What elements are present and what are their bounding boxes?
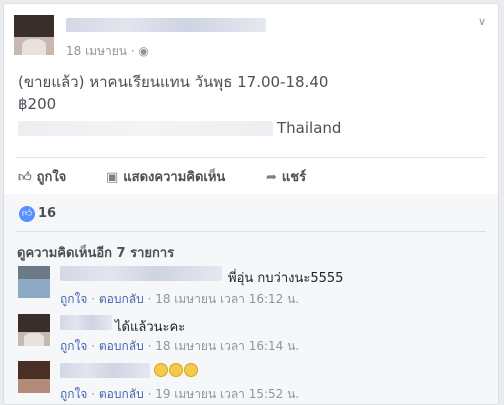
comment-like-link[interactable]: ถูกใจ	[60, 387, 87, 401]
commenter-name-redacted[interactable]	[60, 363, 150, 378]
comment-reply-link[interactable]: ตอบกลับ	[99, 387, 144, 401]
grinning-face-icon	[169, 363, 183, 377]
commenter-avatar[interactable]	[18, 314, 50, 346]
comment-emoji	[154, 363, 199, 379]
divider	[16, 157, 486, 158]
share-button[interactable]: ➦ แชร์	[266, 166, 306, 187]
comment-time[interactable]: · 18 เมษายน เวลา 16:14 น.	[148, 339, 300, 353]
chevron-down-icon[interactable]: ∨	[478, 15, 486, 28]
comment-like-link[interactable]: ถูกใจ	[60, 292, 87, 306]
commenter-name-redacted[interactable]	[60, 266, 222, 281]
comment-reply-link[interactable]: ตอบกลับ	[99, 292, 144, 306]
comment-time[interactable]: · 19 เมษายน เวลา 15:52 น.	[148, 387, 300, 401]
comment-meta: ถูกใจ · ตอบกลับ · 18 เมษายน เวลา 16:14 น…	[60, 339, 300, 353]
comment-text: พี่อุ่น กบว่างนะ5555	[228, 271, 344, 286]
comment-like-link[interactable]: ถูกใจ	[60, 339, 87, 353]
comment-text: ได้แล้วนะคะ	[115, 320, 186, 335]
commenter-avatar[interactable]	[18, 266, 50, 298]
comment-meta: ถูกใจ · ตอบกลับ · 18 เมษายน เวลา 16:12 น…	[60, 292, 300, 306]
commenter-name-redacted[interactable]	[60, 315, 112, 330]
divider	[16, 231, 486, 232]
grinning-face-icon	[184, 363, 198, 377]
location-redacted	[18, 121, 273, 136]
author-avatar[interactable]	[14, 15, 54, 55]
comment-time[interactable]: · 18 เมษายน เวลา 16:12 น.	[148, 292, 300, 306]
like-button[interactable]: 👍︎ ถูกใจ	[18, 166, 66, 187]
comment-meta: ถูกใจ · ตอบกลับ · 19 เมษายน เวลา 15:52 น…	[60, 387, 300, 401]
thumbs-up-icon: 👍︎	[18, 170, 32, 185]
view-more-comments-link[interactable]: ดูความคิดเห็นอีก 7 รายการ	[17, 242, 174, 263]
location-country: Thailand	[277, 119, 342, 137]
post-price: ฿200	[18, 95, 57, 113]
like-reaction-icon[interactable]: 👍︎	[19, 206, 35, 222]
post-timestamp[interactable]: 18 เมษายน · ◉	[66, 42, 149, 61]
share-icon: ➦	[266, 170, 277, 185]
comment-button[interactable]: ▣ แสดงความคิดเห็น	[106, 166, 225, 187]
reaction-count[interactable]: 16	[38, 206, 56, 221]
author-name-redacted[interactable]	[66, 18, 266, 32]
comment-icon: ▣	[106, 170, 119, 185]
commenter-avatar[interactable]	[18, 361, 50, 393]
grinning-face-icon	[154, 363, 168, 377]
post-card: 18 เมษายน · ◉ ∨ (ขายแล้ว) หาคนเรียนแทน ว…	[3, 3, 499, 405]
globe-icon: ◉	[138, 44, 149, 58]
post-title: (ขายแล้ว) หาคนเรียนแทน วันพุธ 17.00-18.4…	[18, 73, 329, 91]
comment-reply-link[interactable]: ตอบกลับ	[99, 339, 144, 353]
